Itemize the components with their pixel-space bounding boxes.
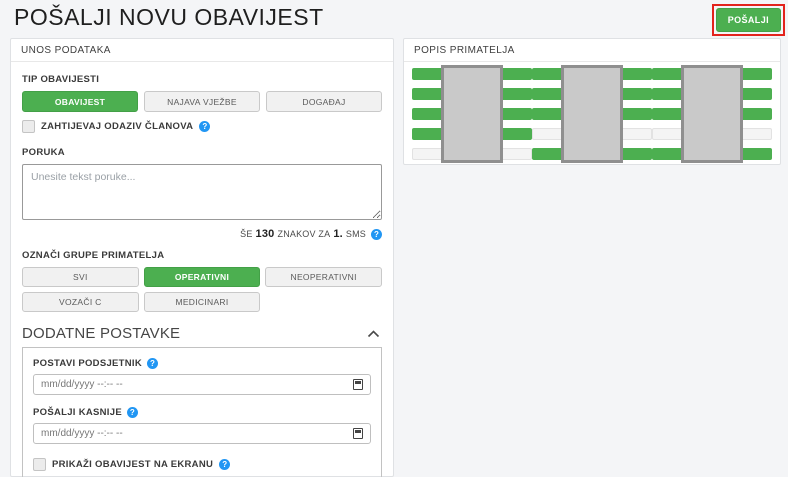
require-response-label: ZAHTIJEVAJ ODAZIV ČLANOVA xyxy=(41,121,193,132)
message-textarea[interactable] xyxy=(22,164,382,220)
type-button-obavijest[interactable]: OBAVIJEST xyxy=(22,91,138,112)
reminder-label-row: POSTAVI PODSJETNIK xyxy=(33,358,371,369)
annotation-highlight-box: POŠALJI xyxy=(712,4,785,36)
vehicle-group xyxy=(652,68,772,161)
recipient-groups-label: OZNAČI GRUPE PRIMATELJA xyxy=(22,250,382,261)
show-on-screen-row[interactable]: PRIKAŽI OBAVIJEST NA EKRANU xyxy=(33,458,371,471)
counter-remaining: 130 xyxy=(256,228,275,240)
require-response-row[interactable]: ZAHTIJEVAJ ODAZIV ČLANOVA xyxy=(22,120,382,133)
reminder-label: POSTAVI PODSJETNIK xyxy=(33,358,142,369)
type-button-najava-vjezbe[interactable]: NAJAVA VJEŽBE xyxy=(144,91,260,112)
additional-settings-box: POSTAVI PODSJETNIK mm/dd/yyyy --:-- -- P… xyxy=(22,347,382,485)
send-later-label: POŠALJI KASNIJE xyxy=(33,407,122,418)
show-on-screen-checkbox[interactable] xyxy=(33,458,46,471)
group-button-vozaci-c[interactable]: VOZAČI C xyxy=(22,292,139,312)
send-later-label-row: POŠALJI KASNIJE xyxy=(33,407,371,418)
group-button-operativni[interactable]: OPERATIVNI xyxy=(144,267,261,287)
notification-type-buttons: OBAVIJEST NAJAVA VJEŽBE DOGAĐAJ xyxy=(22,91,382,112)
additional-settings-header[interactable]: DODATNE POSTAVKE xyxy=(22,325,382,342)
chevron-up-icon[interactable] xyxy=(365,328,382,340)
info-icon[interactable] xyxy=(219,459,230,470)
additional-settings-title: DODATNE POSTAVKE xyxy=(22,325,180,342)
counter-sms-number: 1. xyxy=(333,228,343,240)
page: POŠALJI NOVU OBAVIJEST POŠALJI UNOS PODA… xyxy=(0,0,788,485)
send-later-datetime-input[interactable]: mm/dd/yyyy --:-- -- xyxy=(33,423,371,444)
recipient-group-buttons: SVI OPERATIVNI NEOPERATIVNI VOZAČI C MED… xyxy=(22,267,382,312)
group-button-medicinari[interactable]: MEDICINARI xyxy=(144,292,261,312)
vehicle-icon xyxy=(681,65,743,163)
require-response-checkbox[interactable] xyxy=(22,120,35,133)
counter-prefix: ŠE xyxy=(240,229,252,239)
reminder-datetime-input[interactable]: mm/dd/yyyy --:-- -- xyxy=(33,374,371,395)
group-button-neoperativni[interactable]: NEOPERATIVNI xyxy=(265,267,382,287)
send-later-datetime-value: mm/dd/yyyy --:-- -- xyxy=(41,428,353,439)
info-icon[interactable] xyxy=(127,407,138,418)
sms-character-counter: ŠE 130 ZNAKOV ZA 1. SMS xyxy=(22,228,382,240)
show-on-screen-label: PRIKAŽI OBAVIJEST NA EKRANU xyxy=(52,459,213,470)
data-entry-panel-body: TIP OBAVIJESTI OBAVIJEST NAJAVA VJEŽBE D… xyxy=(11,62,393,485)
vehicle-group xyxy=(412,68,532,161)
calendar-icon[interactable] xyxy=(353,428,363,439)
notification-type-label: TIP OBAVIJESTI xyxy=(22,74,382,85)
vehicle-icon xyxy=(561,65,623,163)
message-label: PORUKA xyxy=(22,147,382,158)
send-button[interactable]: POŠALJI xyxy=(716,8,781,32)
vehicle-icon xyxy=(441,65,503,163)
recipients-panel: POPIS PRIMATELJA xyxy=(403,38,781,165)
vehicle-group xyxy=(532,68,652,161)
data-entry-panel: UNOS PODATAKA TIP OBAVIJESTI OBAVIJEST N… xyxy=(10,38,394,477)
bottom-strip xyxy=(0,477,788,485)
page-title: POŠALJI NOVU OBAVIJEST xyxy=(14,4,324,31)
data-entry-panel-title: UNOS PODATAKA xyxy=(11,39,393,62)
group-button-svi[interactable]: SVI xyxy=(22,267,139,287)
counter-suffix: SMS xyxy=(346,229,366,239)
reminder-datetime-value: mm/dd/yyyy --:-- -- xyxy=(41,379,353,390)
info-icon[interactable] xyxy=(199,121,210,132)
calendar-icon[interactable] xyxy=(353,379,363,390)
type-button-dogadaj[interactable]: DOGAĐAJ xyxy=(266,91,382,112)
counter-middle: ZNAKOV ZA xyxy=(278,229,331,239)
vehicle-groups xyxy=(404,62,780,169)
recipients-panel-title: POPIS PRIMATELJA xyxy=(404,39,780,62)
info-icon[interactable] xyxy=(371,229,382,240)
info-icon[interactable] xyxy=(147,358,158,369)
